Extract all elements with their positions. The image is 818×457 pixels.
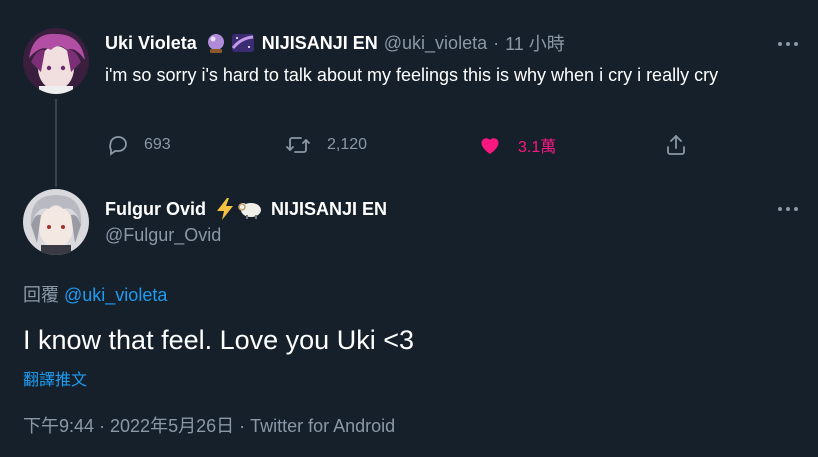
retweet-count: 2,120 <box>327 136 368 153</box>
tweet1-text: i'm so sorry i's hard to talk about my f… <box>105 65 719 85</box>
avatar-uki-image <box>23 28 89 94</box>
avatar-fulgur[interactable] <box>23 189 89 255</box>
ram-emoji-icon <box>238 198 264 220</box>
author-name[interactable]: Fulgur Ovid <box>105 199 206 220</box>
reply-icon <box>109 136 127 156</box>
like-count: 3.1萬 <box>518 139 557 156</box>
author-handle[interactable]: @uki_violeta <box>384 33 487 54</box>
milky-way-emoji-icon <box>231 32 255 54</box>
lightning-emoji-icon <box>214 197 236 221</box>
tweet1-header: Uki Violeta NIJISANJI EN @uki_violeta · … <box>105 30 565 56</box>
author-affiliation: NIJISANJI EN <box>271 198 388 219</box>
avatar-uki[interactable] <box>23 28 89 94</box>
retweet-button[interactable]: 2,120 <box>285 133 367 157</box>
translate-tweet-link[interactable]: 翻譯推文 <box>23 366 87 390</box>
share-button[interactable] <box>664 133 688 157</box>
heart-icon <box>481 138 499 154</box>
reply-button[interactable]: 693 <box>106 133 171 157</box>
tweet-timestamp-footer[interactable]: 下午9:44 · 2022年5月26日 · Twitter for Androi… <box>23 412 395 438</box>
crystal-ball-emoji-icon <box>205 32 227 54</box>
replying-to-line: 回覆 @uki_violeta <box>23 281 167 307</box>
tweet2-header: Fulgur Ovid NIJISANJI EN <box>105 196 387 222</box>
share-icon <box>667 135 685 155</box>
retweet-icon <box>286 137 310 153</box>
author-affiliation: NIJISANJI EN <box>261 32 378 53</box>
author-name[interactable]: Uki Violeta <box>105 33 197 54</box>
author-handle[interactable]: @Fulgur_Ovid <box>105 225 221 246</box>
like-button[interactable]: 3.1萬 <box>478 133 556 157</box>
avatar-fulgur-image <box>23 189 89 255</box>
replying-to-link[interactable]: @uki_violeta <box>64 285 167 305</box>
reply-count: 693 <box>144 136 171 153</box>
more-icon[interactable] <box>774 34 802 54</box>
tweet2-text: I know that feel. Love you Uki <3 <box>23 325 414 355</box>
replying-prefix: 回覆 <box>23 285 59 305</box>
more-icon[interactable] <box>774 199 802 219</box>
thread-line <box>55 99 57 187</box>
tweet-time[interactable]: 11 小時 <box>505 30 565 56</box>
separator-dot: · <box>493 32 500 53</box>
